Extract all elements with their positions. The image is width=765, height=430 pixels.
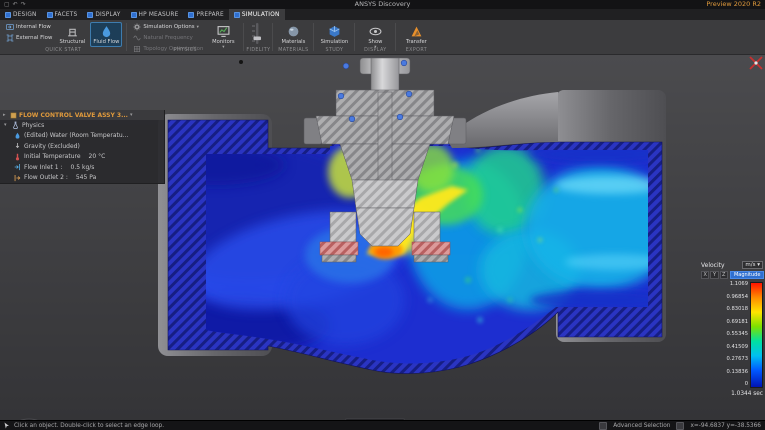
show-button[interactable]: Show ▾ (359, 22, 391, 51)
title-bar: ▢ ↶ ↷ ANSYS Discovery Preview 2020 R2 (0, 0, 765, 9)
legend-title: Velocity (701, 262, 725, 269)
chevron-down-icon: ▾ (757, 262, 760, 268)
eye-icon (369, 25, 382, 38)
tree-item-physics[interactable]: ▾ Physics (0, 120, 164, 131)
external-flow-icon (6, 34, 14, 42)
design-tab-icon (5, 12, 11, 18)
status-bar: Click an object. Double-click to select … (0, 420, 765, 430)
ribbon: Internal Flow External Flow Structural F… (0, 20, 765, 55)
simulation-button[interactable]: Simulation (318, 22, 350, 47)
seat-right-section (414, 212, 440, 242)
selection-filter-icon[interactable] (599, 422, 607, 430)
facets-tab-icon (47, 12, 53, 18)
seat-ring-right (414, 255, 448, 262)
display-tab-icon (87, 12, 93, 18)
ribbon-group-physics: Simulation Options ▾ Natural Frequency T… (127, 20, 243, 54)
transfer-button[interactable]: Transfer (400, 22, 432, 47)
cage-section (352, 180, 418, 208)
quick-access-toolbar: ▢ ↶ ↷ (4, 0, 26, 9)
fidelity-slider[interactable] (248, 22, 266, 46)
chevron-down-icon[interactable]: ▾ (130, 112, 135, 118)
tab-facets[interactable]: FACETS (42, 9, 83, 20)
tab-prepare[interactable]: PREPARE (183, 9, 228, 20)
simulation-options-button[interactable]: Simulation Options ▾ (131, 22, 205, 32)
water-droplet-icon (14, 132, 21, 140)
structural-button[interactable]: Structural (56, 22, 88, 47)
selection-mode-label[interactable]: Advanced Selection (613, 423, 670, 429)
ansys-logo-icon (410, 25, 423, 38)
gear-icon (133, 23, 141, 31)
structure-tree-panel: ▸ FLOW CONTROL VALVE ASSY 3... ▾ ▾ Physi… (0, 110, 165, 184)
tree-item-initial-temperature[interactable]: Initial Temperature 20 °C (0, 152, 164, 163)
tab-design[interactable]: DESIGN (0, 9, 42, 20)
ribbon-group-quick-start: Internal Flow External Flow Structural F… (0, 20, 126, 54)
prepare-tab-icon (188, 12, 194, 18)
component-z-button[interactable]: Z (720, 271, 728, 279)
snap-options-icon[interactable] (676, 422, 684, 430)
3d-viewport[interactable]: ▸ FLOW CONTROL VALVE ASSY 3... ▾ ▾ Physi… (0, 55, 765, 420)
external-flow-button[interactable]: External Flow (4, 33, 54, 43)
simulation-cube-icon (328, 25, 341, 38)
gasket-right-section (412, 242, 450, 255)
seat-left-section (330, 212, 356, 242)
tab-display[interactable]: DISPLAY (82, 9, 125, 20)
flask-icon (12, 121, 19, 129)
ribbon-group-export: Transfer EXPORT (396, 20, 436, 54)
monitor-point[interactable] (239, 60, 243, 64)
ansys-discovery-window: ▢ ↶ ↷ ANSYS Discovery Preview 2020 R2 DE… (0, 0, 765, 430)
material-sphere-icon (287, 25, 300, 38)
simulation-time: 1.0344 sec (701, 391, 763, 397)
thermometer-icon (14, 153, 21, 161)
app-title: ANSYS Discovery (355, 0, 411, 9)
tab-simulation[interactable]: SIMULATION (229, 9, 285, 20)
flow-inlet-icon (14, 163, 21, 171)
monitors-button[interactable]: Monitors ▾ (207, 22, 239, 51)
chevron-down-icon[interactable]: ▾ (4, 122, 9, 128)
component-x-button[interactable]: X (701, 271, 709, 279)
preview-version-label: Preview 2020 R2 (706, 0, 761, 9)
legend-tick-labels: 1.10690.968540.83018 0.691810.553450.415… (701, 281, 748, 387)
ribbon-tab-row: DESIGN FACETS DISPLAY HP MEASURE PREPARE… (0, 9, 765, 20)
hp-measure-tab-icon (131, 12, 137, 18)
gravity-arrow-icon (14, 142, 21, 150)
chevron-right-icon[interactable]: ▸ (3, 112, 8, 118)
tree-item-flow-inlet[interactable]: Flow Inlet 1 : 0.5 kg/s (0, 162, 164, 173)
cursor-icon (4, 422, 10, 429)
save-icon[interactable]: ▢ (4, 0, 10, 9)
cursor-coordinates: x=-94.6837 y=-38.5366 (690, 423, 761, 429)
seat-ring-left (322, 255, 356, 262)
tree-root-node[interactable]: ▸ FLOW CONTROL VALVE ASSY 3... ▾ (0, 110, 164, 120)
redo-icon[interactable]: ↷ (21, 0, 26, 9)
velocity-legend: Velocity m/s ▾ X Y Z Magnitude 1.10690.9… (701, 261, 763, 397)
tree-item-gravity[interactable]: Gravity (Excluded) (0, 141, 164, 152)
sine-wave-icon (133, 34, 141, 42)
velocity-colorbar (750, 282, 763, 388)
undo-icon[interactable]: ↶ (13, 0, 18, 9)
tree-item-material[interactable]: (Edited) Water (Room Temperatu... (0, 131, 164, 142)
tree-item-flow-outlet[interactable]: Flow Outlet 2 : 545 Pa (0, 173, 164, 184)
assembly-icon (10, 112, 17, 119)
chevron-down-icon: ▾ (197, 26, 199, 29)
fluid-flow-button[interactable]: Fluid Flow (90, 22, 122, 47)
ribbon-group-study: Simulation STUDY (314, 20, 354, 54)
units-dropdown[interactable]: m/s ▾ (742, 261, 763, 269)
natural-frequency-button[interactable]: Natural Frequency (131, 33, 205, 43)
ribbon-group-display: Show ▾ DISPLAY (355, 20, 395, 54)
status-hint: Click an object. Double-click to select … (14, 423, 164, 429)
valve-stem (371, 58, 399, 94)
ribbon-group-fidelity: FIDELITY (244, 20, 272, 54)
internal-flow-icon (6, 23, 14, 31)
structural-icon (66, 25, 79, 38)
flow-outlet-icon (14, 174, 21, 182)
tab-hp-measure[interactable]: HP MEASURE (126, 9, 184, 20)
component-magnitude-button[interactable]: Magnitude (730, 271, 765, 279)
ribbon-group-materials: Materials MATERIALS (273, 20, 313, 54)
simulation-tab-icon (234, 12, 240, 18)
materials-button[interactable]: Materials (277, 22, 309, 47)
fluid-flow-icon (100, 25, 113, 38)
internal-flow-button[interactable]: Internal Flow (4, 22, 54, 32)
component-y-button[interactable]: Y (710, 271, 718, 279)
monitor-chart-icon (217, 25, 230, 38)
gasket-left-section (320, 242, 358, 255)
